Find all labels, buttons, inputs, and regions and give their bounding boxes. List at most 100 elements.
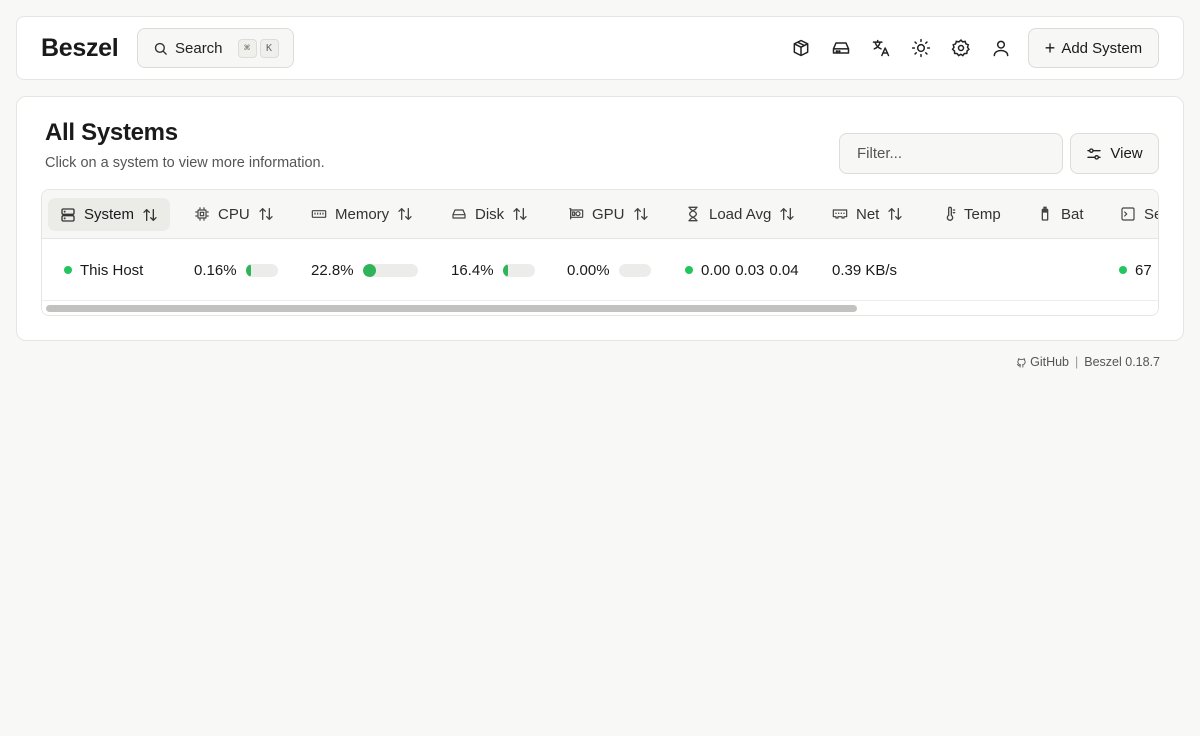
sort-arrows-icon xyxy=(397,206,413,222)
app-logo[interactable]: Beszel xyxy=(41,34,119,63)
cpu-bar xyxy=(245,263,278,277)
memory-value: 22.8% xyxy=(311,261,354,279)
system-name: This Host xyxy=(80,261,144,279)
column-label-net: Net xyxy=(856,205,880,223)
search-icon xyxy=(153,41,168,56)
scrollbar-thumb[interactable] xyxy=(46,305,857,312)
search-label: Search xyxy=(175,39,223,57)
status-dot xyxy=(685,266,693,274)
cell-disk: 16.4% xyxy=(451,239,535,301)
cell-gpu: 0.00% xyxy=(567,239,651,301)
search-button[interactable]: Search ⌘ K xyxy=(137,28,294,68)
cell-load-avg: 0.00 0.03 0.04 xyxy=(685,239,799,301)
github-link[interactable]: GitHub xyxy=(1016,355,1069,369)
filter-input[interactable] xyxy=(839,133,1063,174)
table-row[interactable]: This Host 0.16% 22.8% 16.4% 0.00% 0.00 0… xyxy=(42,239,1158,301)
page-subtitle: Click on a system to view more informati… xyxy=(45,155,325,171)
column-label-services: Se xyxy=(1144,205,1158,223)
sort-arrows-icon xyxy=(512,206,528,222)
services-value: 67 xyxy=(1135,261,1152,279)
status-dot xyxy=(64,266,72,274)
containers-icon[interactable] xyxy=(790,37,812,59)
footer: GitHub | Beszel 0.18.7 xyxy=(1016,355,1160,369)
hourglass-icon xyxy=(685,206,701,222)
thermometer-icon xyxy=(942,206,958,222)
view-label: View xyxy=(1110,145,1143,162)
memory-bar xyxy=(362,263,418,277)
sort-arrows-icon xyxy=(633,206,649,222)
column-label-cpu: CPU xyxy=(218,205,250,223)
systems-table: System CPU Memory Disk GPU Load Avg Net … xyxy=(41,189,1159,316)
status-dot xyxy=(1119,266,1127,274)
disk-bar xyxy=(502,263,535,277)
cell-net: 0.39 KB/s xyxy=(832,239,897,301)
column-header-disk[interactable]: Disk xyxy=(451,190,528,238)
cell-memory: 22.8% xyxy=(311,239,418,301)
load-avg-5: 0.03 xyxy=(735,261,765,279)
disk-bar-fill xyxy=(502,263,508,277)
server-icon xyxy=(60,207,76,223)
top-navbar: Beszel Search ⌘ K + Add System xyxy=(16,16,1184,80)
column-header-cpu[interactable]: CPU xyxy=(194,190,274,238)
github-icon xyxy=(1016,357,1027,368)
disk-value: 16.4% xyxy=(451,261,494,279)
gpu-value: 0.00% xyxy=(567,261,610,279)
column-header-load-avg[interactable]: Load Avg xyxy=(685,190,795,238)
view-options-button[interactable]: View xyxy=(1070,133,1159,174)
shortcut-key-cmd: ⌘ xyxy=(237,38,257,58)
column-header-services[interactable]: Se xyxy=(1120,190,1158,238)
services-icon xyxy=(1120,206,1136,222)
disk-icon xyxy=(451,206,467,222)
cpu-value: 0.16% xyxy=(194,261,237,279)
column-label-gpu: GPU xyxy=(592,205,625,223)
sliders-icon xyxy=(1086,146,1110,162)
cpu-bar-fill xyxy=(245,263,251,277)
column-label-system: System xyxy=(84,206,135,223)
gpu-icon xyxy=(568,206,584,222)
add-system-button[interactable]: + Add System xyxy=(1028,28,1159,68)
sort-arrows-icon xyxy=(887,206,903,222)
net-value: 0.39 KB/s xyxy=(832,261,898,279)
sort-arrows-icon xyxy=(779,206,795,222)
sort-arrows-icon xyxy=(142,207,158,223)
gpu-bar xyxy=(618,263,651,277)
user-icon[interactable] xyxy=(990,37,1012,59)
column-label-bat: Bat xyxy=(1061,205,1084,223)
footer-separator: | xyxy=(1075,355,1079,369)
theme-sun-icon[interactable] xyxy=(910,37,932,59)
page-title: All Systems xyxy=(45,119,178,146)
cpu-icon xyxy=(194,206,210,222)
storage-icon[interactable] xyxy=(830,37,852,59)
load-avg-1: 0.00 xyxy=(701,261,731,279)
column-label-disk: Disk xyxy=(475,205,505,223)
search-shortcut: ⌘ K xyxy=(235,38,279,58)
column-label-memory: Memory xyxy=(335,205,390,223)
column-header-system[interactable]: System xyxy=(48,198,171,231)
column-header-gpu[interactable]: GPU xyxy=(568,190,649,238)
cell-cpu: 0.16% xyxy=(194,239,278,301)
memory-icon xyxy=(311,206,327,222)
language-icon[interactable] xyxy=(870,37,892,59)
plus-icon: + xyxy=(1044,38,1056,58)
sort-arrows-icon xyxy=(258,206,274,222)
column-label-load-avg: Load Avg xyxy=(709,205,772,223)
column-header-memory[interactable]: Memory xyxy=(311,190,413,238)
horizontal-scrollbar[interactable] xyxy=(42,301,1158,315)
column-header-net[interactable]: Net xyxy=(832,190,903,238)
settings-gear-icon[interactable] xyxy=(950,37,972,59)
add-system-label: Add System xyxy=(1061,39,1143,57)
systems-card: All Systems Click on a system to view mo… xyxy=(16,96,1184,341)
shortcut-key-k: K xyxy=(259,38,279,58)
cell-system[interactable]: This Host xyxy=(64,239,143,301)
column-header-temp[interactable]: Temp xyxy=(942,190,1001,238)
network-icon xyxy=(832,206,848,222)
github-label: GitHub xyxy=(1030,355,1069,369)
battery-icon xyxy=(1039,206,1051,222)
column-header-bat[interactable]: Bat xyxy=(1039,190,1084,238)
cell-services: 67 xyxy=(1119,239,1152,301)
load-avg-15: 0.04 xyxy=(769,261,799,279)
version-link[interactable]: Beszel 0.18.7 xyxy=(1084,355,1160,369)
column-label-temp: Temp xyxy=(964,205,1001,223)
table-header: System CPU Memory Disk GPU Load Avg Net … xyxy=(42,190,1158,239)
memory-bar-fill xyxy=(362,263,376,277)
